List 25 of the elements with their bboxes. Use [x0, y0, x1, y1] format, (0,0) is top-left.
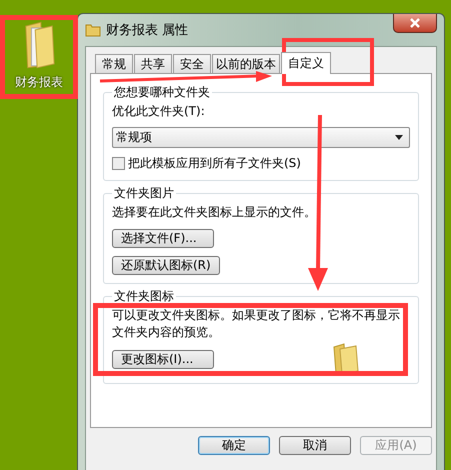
tab[interactable]: 安全: [173, 54, 211, 73]
tab[interactable]: 以前的版本: [212, 54, 280, 73]
description-text: 可以更改文件夹图标。如果更改了图标，它将不再显示文件夹内容的预览。: [112, 307, 401, 341]
checkbox-label[interactable]: 把此模板应用到所有子文件夹(S): [128, 155, 301, 172]
dialog-button[interactable]: 确定: [198, 436, 270, 455]
tab[interactable]: 共享: [134, 54, 172, 73]
field-label: 优化此文件夹(T):: [112, 103, 205, 120]
description-text: 选择要在此文件夹图标上显示的文件。: [112, 204, 316, 221]
dropdown[interactable]: 常规项: [112, 127, 410, 148]
dropdown-arrow-icon: [395, 135, 403, 140]
checkbox[interactable]: [112, 157, 125, 170]
group-title: 您想要哪种文件夹: [113, 84, 211, 101]
close-button[interactable]: [393, 14, 437, 33]
tab[interactable]: 自定义: [281, 52, 331, 74]
tab[interactable]: 常规: [95, 54, 133, 73]
group-title: 文件夹图片: [113, 185, 175, 202]
group-title: 文件夹图标: [113, 288, 175, 305]
dropdown-value: 常规项: [116, 129, 152, 146]
change-icon-button[interactable]: 更改图标(I)...: [112, 350, 214, 368]
window-title: 财务报表 属性: [106, 22, 188, 39]
close-icon: [409, 18, 421, 28]
folder-icon: [85, 22, 101, 38]
dialog-button[interactable]: 取消: [279, 436, 351, 455]
push-button[interactable]: 选择文件(F)...: [112, 229, 214, 248]
push-button[interactable]: 还原默认图标(R): [112, 256, 220, 275]
